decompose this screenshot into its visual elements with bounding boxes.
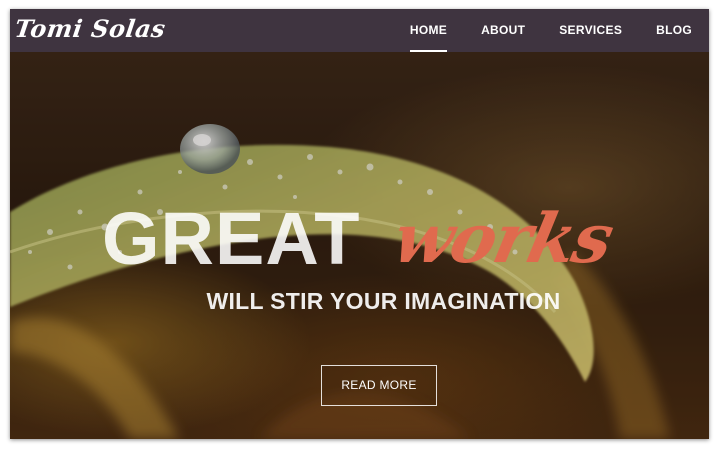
- main-nav: HOME ABOUT SERVICES BLOG: [393, 9, 709, 52]
- browser-viewport: Tomi Solas HOME ABOUT SERVICES BLOG GREA…: [10, 9, 709, 439]
- nav-blog-link[interactable]: BLOG: [639, 9, 709, 52]
- site-logo[interactable]: Tomi Solas: [13, 14, 168, 43]
- hero-section: GREAT works WILL STIR YOUR IMAGINATION R…: [10, 52, 709, 439]
- hero-headline-main: GREAT: [102, 197, 361, 280]
- hero-headline-script: works: [386, 199, 619, 279]
- top-navbar: Tomi Solas HOME ABOUT SERVICES BLOG: [10, 9, 709, 52]
- nav-about-link[interactable]: ABOUT: [464, 9, 542, 52]
- read-more-button[interactable]: READ MORE: [321, 365, 437, 406]
- nav-home-link[interactable]: HOME: [393, 9, 464, 52]
- nav-services-link[interactable]: SERVICES: [542, 9, 639, 52]
- hero-subheadline: WILL STIR YOUR IMAGINATION: [206, 288, 561, 314]
